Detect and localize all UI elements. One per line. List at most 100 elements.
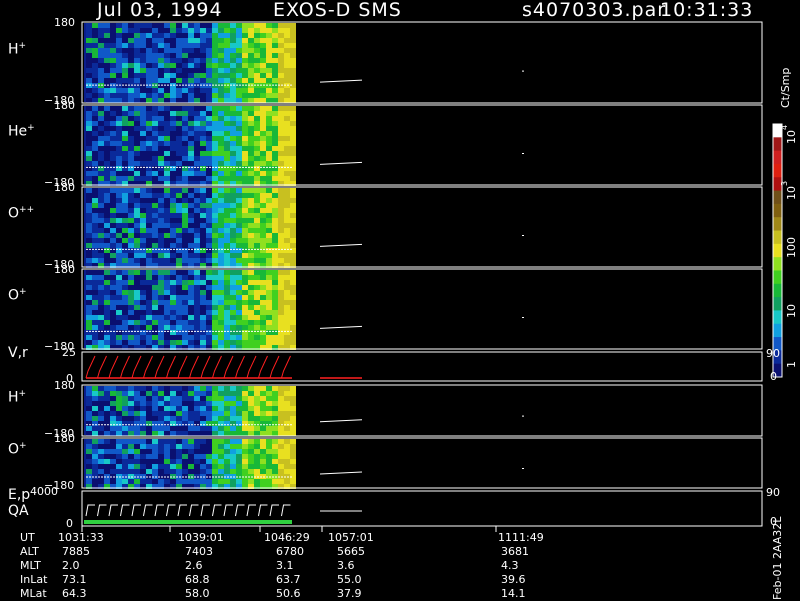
heatmap-cell xyxy=(200,43,206,48)
heatmap-cell xyxy=(194,33,200,38)
heatmap-cell xyxy=(134,290,140,295)
heatmap-cell xyxy=(116,396,122,401)
heatmap-cell xyxy=(146,253,152,258)
heatmap-cell xyxy=(284,28,290,33)
heatmap-cell xyxy=(116,305,122,310)
heatmap-cell xyxy=(284,416,290,421)
heatmap-cell xyxy=(260,48,266,53)
heatmap-cell xyxy=(116,391,122,396)
heatmap-cell xyxy=(194,126,200,131)
panel-label-superscript: + xyxy=(18,40,27,51)
heatmap-cell xyxy=(104,300,110,305)
heatmap-cell xyxy=(284,136,290,141)
heatmap-cell xyxy=(158,58,164,63)
heatmap-cell xyxy=(98,93,104,98)
heatmap-cell xyxy=(116,28,122,33)
heatmap-cell xyxy=(260,126,266,131)
heatmap-cell xyxy=(224,275,230,280)
heatmap-cell xyxy=(284,320,290,325)
heatmap-cell xyxy=(170,208,176,213)
heatmap-cell xyxy=(218,161,224,166)
heatmap-cell xyxy=(254,340,260,345)
heatmap-cell xyxy=(230,243,236,248)
heatmap-cell xyxy=(218,411,224,416)
heatmap-cell xyxy=(164,121,170,126)
heatmap-cell xyxy=(158,188,164,193)
heatmap-cell xyxy=(152,131,158,136)
heatmap-cell xyxy=(230,416,236,421)
heatmap-cell xyxy=(206,416,212,421)
heatmap-cell xyxy=(254,48,260,53)
heatmap-cell xyxy=(206,121,212,126)
heatmap-cell xyxy=(134,121,140,126)
heatmap-cell xyxy=(284,78,290,83)
heatmap-cell xyxy=(194,151,200,156)
heatmap-cell xyxy=(152,280,158,285)
heatmap-cell xyxy=(212,78,218,83)
heatmap-cell xyxy=(260,270,266,275)
heatmap-cell xyxy=(248,469,254,474)
heatmap-cell xyxy=(140,310,146,315)
heatmap-cell xyxy=(158,305,164,310)
heatmap-cell xyxy=(212,396,218,401)
heatmap-cell xyxy=(110,426,116,431)
heatmap-cell xyxy=(242,320,248,325)
heatmap-cell xyxy=(92,93,98,98)
heatmap-cell xyxy=(92,166,98,171)
heatmap-cell xyxy=(164,48,170,53)
heatmap-cell xyxy=(254,464,260,469)
heatmap-cell xyxy=(86,253,92,258)
heatmap-cell xyxy=(116,290,122,295)
heatmap-cell xyxy=(230,320,236,325)
heatmap-cell xyxy=(254,386,260,391)
heatmap-cell xyxy=(98,33,104,38)
heatmap-cell xyxy=(140,176,146,181)
heatmap-cell xyxy=(272,469,278,474)
heatmap-cell xyxy=(182,406,188,411)
heatmap-cell xyxy=(278,78,284,83)
heatmap-cell xyxy=(92,156,98,161)
heatmap-cell xyxy=(176,58,182,63)
heatmap-cell xyxy=(224,305,230,310)
heatmap-cell xyxy=(248,213,254,218)
ephemeris-value: 37.9 xyxy=(337,587,362,600)
heatmap-cell xyxy=(152,126,158,131)
heatmap-cell xyxy=(140,53,146,58)
heatmap-cell xyxy=(158,53,164,58)
heatmap-cell xyxy=(272,248,278,253)
heatmap-cell xyxy=(206,213,212,218)
heatmap-cell xyxy=(230,151,236,156)
heatmap-cell xyxy=(104,188,110,193)
heatmap-cell xyxy=(230,116,236,121)
heatmap-cell xyxy=(284,253,290,258)
heatmap-cell xyxy=(182,33,188,38)
heatmap-cell xyxy=(92,238,98,243)
heatmap-cell xyxy=(254,238,260,243)
heatmap-cell xyxy=(206,459,212,464)
heatmap-cell xyxy=(206,198,212,203)
heatmap-cell xyxy=(104,444,110,449)
heatmap-cell xyxy=(176,93,182,98)
heatmap-cell xyxy=(116,248,122,253)
heatmap-cell xyxy=(176,156,182,161)
heatmap-cell xyxy=(194,213,200,218)
heatmap-cell xyxy=(200,78,206,83)
heatmap-cell xyxy=(152,315,158,320)
heatmap-cell xyxy=(176,305,182,310)
heatmap-cell xyxy=(254,78,260,83)
heatmap-cell xyxy=(146,248,152,253)
heatmap-cell xyxy=(224,253,230,258)
heatmap-cell xyxy=(284,188,290,193)
heatmap-cell xyxy=(86,396,92,401)
heatmap-cell xyxy=(122,325,128,330)
heatmap-cell xyxy=(170,193,176,198)
heatmap-cell xyxy=(140,111,146,116)
heatmap-cell xyxy=(146,198,152,203)
heatmap-cell xyxy=(218,228,224,233)
heatmap-cell xyxy=(254,223,260,228)
data-point xyxy=(522,415,524,417)
heatmap-cell xyxy=(104,459,110,464)
heatmap-cell xyxy=(248,193,254,198)
heatmap-cell xyxy=(170,58,176,63)
heatmap-cell xyxy=(242,439,248,444)
